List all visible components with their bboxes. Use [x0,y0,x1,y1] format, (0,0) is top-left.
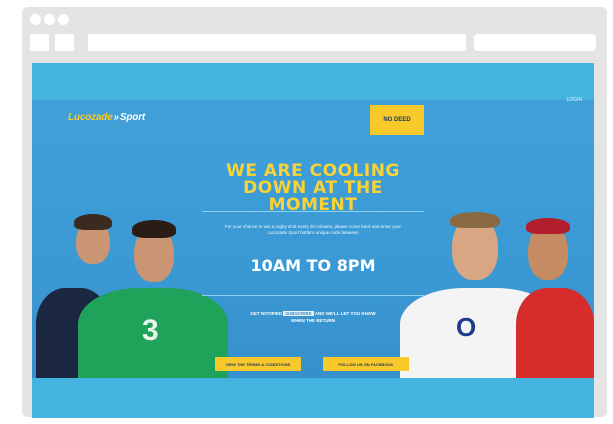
facebook-button[interactable]: FOLLOW US ON FACEBOOK [323,357,409,371]
login-link[interactable]: LOGIN [566,97,582,103]
hours-divider [202,295,424,296]
back-button[interactable] [30,34,49,51]
window-controls [30,14,69,25]
minimize-window-button[interactable] [44,14,55,25]
logo-sport-text: Sport [119,112,146,123]
jersey-sponsor-icon: O [456,312,477,342]
jersey-sponsor-icon: 3 [142,314,159,347]
site-header: Lucozade»Sport NO DEED [32,100,594,138]
hero-info-text: For your chance to win a rugby shirt eve… [224,224,402,235]
notify-prefix: GET NOTIFIED [250,311,282,316]
address-bar[interactable] [88,34,466,51]
forward-button[interactable] [55,34,74,51]
lucozade-sport-logo[interactable]: Lucozade»Sport [68,112,145,123]
terms-button[interactable]: VIEW THE TERMS & CONDITIONS [215,357,301,371]
subscribe-link[interactable]: SUBSCRIBE [283,311,314,316]
help-button[interactable]: NO DEED [370,105,424,135]
headline-divider [202,211,424,212]
web-page: Lucozade»Sport NO DEED LOGIN 3 O WE ARE … [32,63,594,418]
logo-arrow-icon: » [113,112,120,123]
opening-hours: 10AM TO 8PM [250,256,376,275]
close-window-button[interactable] [30,14,41,25]
notify-text: GET NOTIFIED SUBSCRIBE AND WE'LL LET YOU… [250,310,376,324]
logo-text: Lucozade [68,112,113,123]
browser-search-bar[interactable] [474,34,596,51]
hero-banner: 3 O WE ARE COOLING DOWN AT THE MOMENT Fo… [32,138,594,378]
maximize-window-button[interactable] [58,14,69,25]
hero-headline: WE ARE COOLING DOWN AT THE MOMENT [226,161,400,215]
wales-player-image [510,138,594,378]
